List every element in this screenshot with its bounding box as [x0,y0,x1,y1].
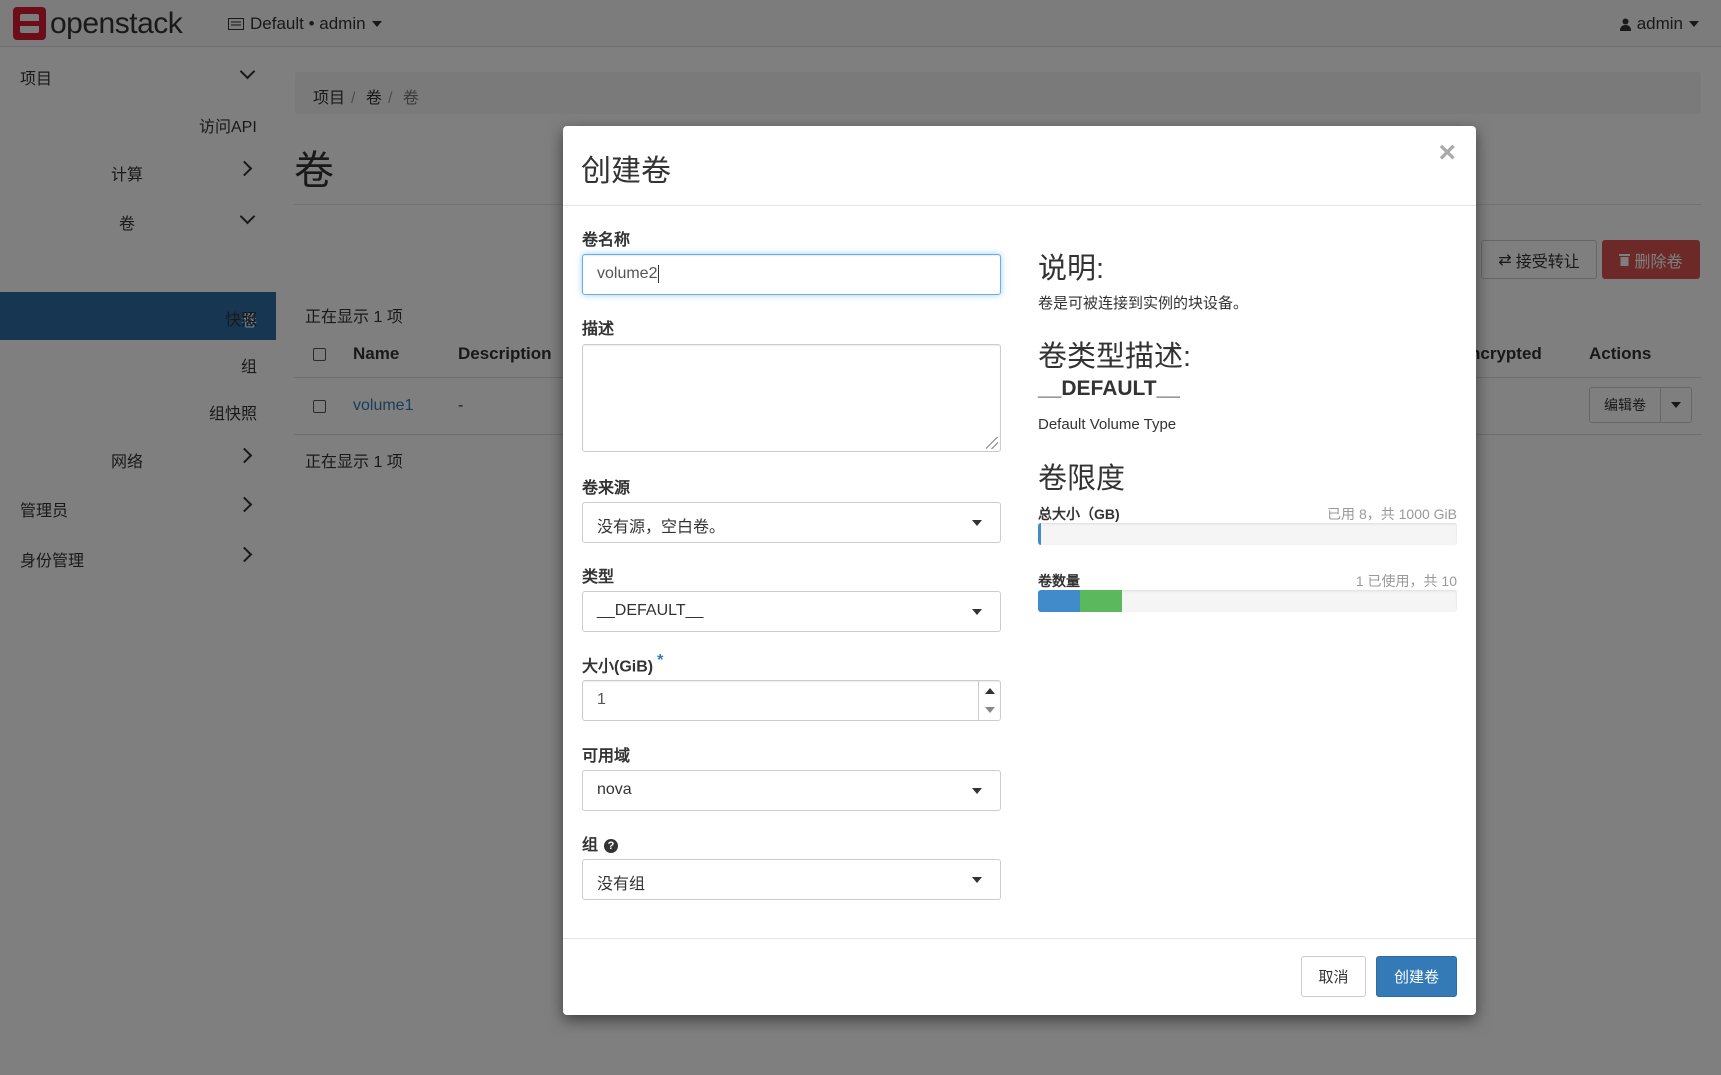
group-label: 组? [582,831,619,855]
volume-type-name: __DEFAULT__ [1038,377,1180,400]
chevron-down-icon [972,788,982,794]
volume-type-label: 类型 [582,569,615,586]
volume-count-usage: 1 已使用，共 10 [1355,573,1457,589]
modal-header: 创建卷 × [563,126,1476,206]
volume-count-label: 卷数量 [1038,573,1080,589]
volume-limits-heading: 卷限度 [1038,463,1126,495]
size-input[interactable]: 1 [582,680,1001,721]
size-label-text: 大小(GiB) [582,658,654,676]
total-size-usage: 已用 8，共 1000 GiB [1327,506,1457,522]
volume-type-select[interactable]: __DEFAULT__ [582,591,1001,632]
chevron-down-icon [972,877,982,883]
volume-type-description-heading: 卷类型描述: [1038,341,1192,373]
group-select[interactable]: 没有组 [582,859,1001,900]
group-value: 没有组 [597,876,646,893]
size-label: 大小(GiB) * [582,652,663,676]
availability-zone-select[interactable]: nova [582,770,1001,811]
chevron-up-icon[interactable] [985,688,995,694]
volume-count-new-fill [1079,590,1122,612]
volume-type-description: Default Volume Type [1038,416,1177,433]
chevron-down-icon [972,520,982,526]
volume-source-value: 没有源，空白卷。 [597,519,726,536]
volume-name-input[interactable]: volume2 [582,254,1001,295]
total-size-used-fill [1038,523,1042,545]
description-text: 卷是可被连接到实例的块设备。 [1038,295,1249,312]
size-stepper[interactable] [978,681,1000,720]
text-cursor [658,265,660,283]
required-marker: * [657,652,664,669]
group-label-text: 组 [582,837,599,854]
description-textarea[interactable] [582,344,1001,452]
volume-name-value: volume2 [597,265,658,283]
volume-source-select[interactable]: 没有源，空白卷。 [582,502,1001,543]
chevron-down-icon [972,609,982,615]
description-label: 描述 [582,321,615,338]
close-icon[interactable]: × [1438,138,1456,168]
create-volume-button[interactable]: 创建卷 [1376,956,1457,997]
volume-count-progress-bar [1038,590,1457,612]
volume-name-label: 卷名称 [582,232,631,249]
chevron-down-icon[interactable] [985,707,995,713]
question-circle-icon[interactable]: ? [604,839,619,853]
availability-zone-label: 可用域 [582,748,631,765]
volume-count-used-fill [1038,590,1080,612]
cancel-button[interactable]: 取消 [1301,956,1366,997]
total-size-label: 总大小（GB) [1038,506,1120,522]
description-heading: 说明: [1038,253,1105,285]
size-value: 1 [597,691,606,708]
modal-title: 创建卷 [581,155,671,188]
availability-zone-value: nova [597,781,632,798]
create-volume-modal: 创建卷 × 卷名称 volume2 描述 卷来源 没有源，空白卷。 类型 __D… [563,126,1476,1015]
resize-grip-icon[interactable] [986,437,998,449]
volume-type-value: __DEFAULT__ [597,602,704,619]
total-size-progress-bar [1038,523,1457,545]
volume-source-label: 卷来源 [582,480,631,497]
